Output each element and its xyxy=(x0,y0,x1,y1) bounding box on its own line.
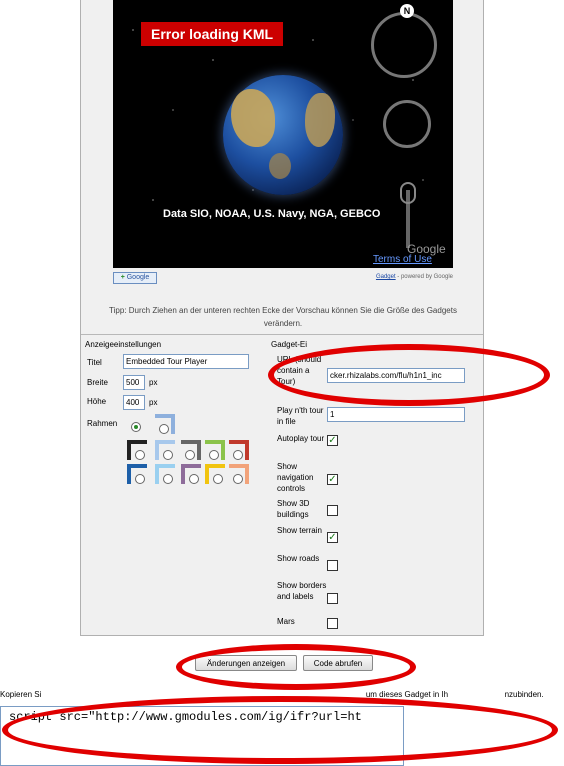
frame-option-yellow[interactable] xyxy=(205,464,225,484)
height-label: Höhe xyxy=(87,397,107,406)
frame-radio[interactable] xyxy=(159,424,169,434)
frame-option-navy[interactable] xyxy=(127,464,147,484)
play-nth-label: Play n'th tour in file xyxy=(277,406,324,426)
powered-by-text: - powered by Google xyxy=(395,274,453,280)
frame-label: Rahmen xyxy=(87,419,118,428)
resize-tip: Tipp: Durch Ziehen an der unteren rechte… xyxy=(109,306,457,328)
add-to-google-label: Google xyxy=(126,274,150,281)
zoom-slider-handle[interactable] xyxy=(400,182,416,204)
pan-control[interactable] xyxy=(383,100,431,148)
option-label: Show terrain xyxy=(277,526,322,535)
continent-south xyxy=(269,153,291,179)
frame-radio[interactable] xyxy=(189,474,199,484)
annotation-ellipse-url xyxy=(268,344,550,406)
annotation-ellipse-code xyxy=(2,696,558,764)
frame-option-sky[interactable] xyxy=(155,440,175,460)
option-checkbox[interactable] xyxy=(327,505,338,516)
gadget-link[interactable]: Gadget xyxy=(376,274,396,280)
display-settings-heading: Anzeigeeinstellungen xyxy=(85,340,162,349)
option-label: Show borders and labels xyxy=(277,581,327,601)
option-label: Mars xyxy=(277,617,295,626)
frame-option-red[interactable] xyxy=(229,440,249,460)
width-unit: px xyxy=(149,378,158,387)
option-checkbox[interactable] xyxy=(327,560,338,571)
option-label: Autoplay tour xyxy=(277,434,325,443)
option-label: Show roads xyxy=(277,554,320,563)
title-label: Titel xyxy=(87,358,102,367)
data-credit: Data SIO, NOAA, U.S. Navy, NGA, GEBCO xyxy=(163,208,381,220)
frame-radio-selected[interactable] xyxy=(131,422,141,432)
width-input[interactable] xyxy=(123,375,145,390)
frame-radio[interactable] xyxy=(163,450,173,460)
option-checkbox[interactable]: ✓ xyxy=(327,473,338,485)
gadget-settings-heading: Gadget-Ei xyxy=(271,340,308,349)
frame-radio[interactable] xyxy=(135,450,145,460)
copy-instruction-tail: nzubinden. xyxy=(504,690,544,699)
gadget-footer: + Google Gadget - powered by Google xyxy=(113,270,453,284)
add-plus-icon: + xyxy=(120,274,125,281)
earth-preview[interactable]: Error loading KML N Data SIO, NOAA, U.S.… xyxy=(113,0,453,268)
option-checkbox[interactable] xyxy=(327,617,338,629)
frame-option-black[interactable] xyxy=(127,440,147,460)
annotation-ellipse-buttons xyxy=(176,644,416,690)
frame-option-gray[interactable] xyxy=(181,440,201,460)
frame-option-blue-light[interactable] xyxy=(155,414,175,434)
frame-option-cyan[interactable] xyxy=(155,464,175,484)
terms-of-use-link[interactable]: Terms of Use xyxy=(373,254,432,265)
compass-control[interactable] xyxy=(371,12,437,78)
continent-africa xyxy=(305,93,335,147)
frame-option-peach[interactable] xyxy=(229,464,249,484)
frame-radio[interactable] xyxy=(185,450,195,460)
height-input[interactable] xyxy=(123,395,145,410)
continent-americas xyxy=(231,89,275,147)
add-to-google-button[interactable]: + Google xyxy=(113,272,157,284)
copy-instruction-start: Kopieren Si xyxy=(0,690,42,699)
title-input[interactable] xyxy=(123,354,249,369)
frame-radio[interactable] xyxy=(233,450,243,460)
option-checkbox[interactable]: ✓ xyxy=(327,434,338,446)
gadget-editor-panel: Error loading KML N Data SIO, NOAA, U.S.… xyxy=(80,0,484,671)
width-label: Breite xyxy=(87,378,108,387)
option-checkbox[interactable]: ✓ xyxy=(327,532,338,543)
option-checkbox[interactable] xyxy=(327,592,338,604)
north-icon[interactable]: N xyxy=(400,4,414,18)
option-label: Show navigation controls xyxy=(277,462,314,493)
earth-globe[interactable] xyxy=(223,75,343,195)
error-banner: Error loading KML xyxy=(141,22,284,46)
height-unit: px xyxy=(149,398,158,407)
divider xyxy=(81,334,483,335)
frame-radio[interactable] xyxy=(135,474,145,484)
frame-radio[interactable] xyxy=(209,450,219,460)
frame-radio[interactable] xyxy=(213,474,223,484)
powered-by: Gadget - powered by Google xyxy=(376,274,453,280)
frame-option-green[interactable] xyxy=(205,440,225,460)
option-label: Show 3D buildings xyxy=(277,499,310,519)
frame-radio[interactable] xyxy=(163,474,173,484)
play-nth-input[interactable] xyxy=(327,407,465,422)
frame-option-none[interactable] xyxy=(127,416,147,436)
frame-option-purple[interactable] xyxy=(181,464,201,484)
frame-radio[interactable] xyxy=(233,474,243,484)
